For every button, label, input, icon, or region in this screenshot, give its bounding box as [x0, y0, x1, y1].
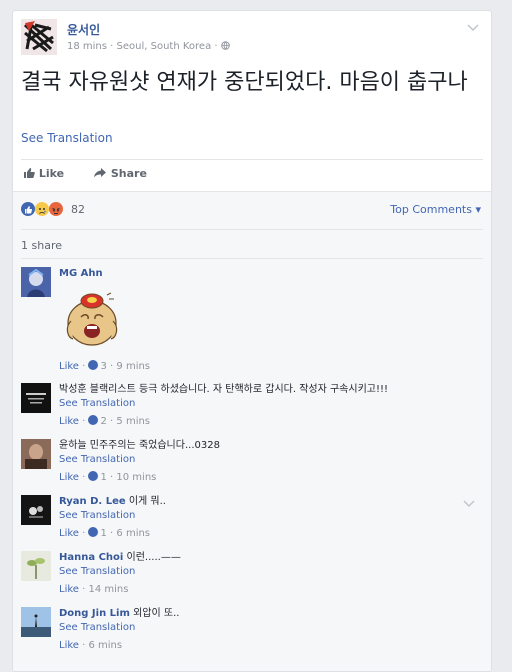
comment-time[interactable]: 6 mins — [88, 640, 122, 651]
comment-text: 이게 뭐.. — [128, 496, 166, 507]
author-avatar[interactable] — [21, 19, 57, 55]
comment-like-count[interactable]: 2 — [100, 416, 106, 427]
share-count[interactable]: 1 share — [21, 239, 62, 252]
comment-meta: Like · 1 · 6 mins — [59, 527, 483, 541]
commenter-avatar[interactable] — [21, 607, 51, 637]
comment-like-button[interactable]: Like — [59, 528, 79, 539]
like-button[interactable]: Like — [23, 167, 64, 180]
commenter-name[interactable]: Ryan D. Lee — [59, 496, 126, 507]
comment-time[interactable]: 14 mins — [88, 584, 128, 595]
comment-text: 박성훈 블랙리스트 등극 하셨습니다. 자 탄핵하로 갑시다. 작성자 구속시키… — [59, 384, 389, 395]
comment-like-button[interactable]: Like — [59, 361, 79, 372]
comment-see-translation-link[interactable]: See Translation — [59, 509, 483, 523]
comment-time[interactable]: 5 mins — [116, 416, 150, 427]
divider — [21, 229, 483, 230]
comment-item: MG Ahn Like · 3 · 9 mins — [21, 267, 483, 375]
comment-item: 박성훈 블랙리스트 등극 하셨습니다. 자 탄핵하로 갑시다. 작성자 구속시키… — [21, 383, 483, 431]
globe-icon — [220, 41, 230, 52]
comment-meta: Like · 3 · 9 mins — [59, 360, 483, 374]
like-reaction-icon — [88, 415, 99, 425]
comment-body: Ryan D. Lee 이게 뭐.. See Translation Like … — [59, 495, 483, 541]
comments-section — [13, 191, 491, 671]
comment-meta: Like · 14 mins — [59, 583, 483, 597]
comment-options-chevron-icon[interactable] — [463, 497, 475, 511]
top-comments-label: Top Comments — [390, 203, 472, 216]
share-arrow-icon — [94, 168, 106, 178]
comment-like-button[interactable]: Like — [59, 640, 79, 651]
divider — [21, 258, 483, 259]
like-reaction-icon — [21, 202, 35, 216]
share-button[interactable]: Share — [93, 167, 147, 180]
comment-like-button[interactable]: Like — [59, 584, 79, 595]
post-location[interactable]: Seoul, South Korea — [117, 41, 212, 52]
see-translation-link[interactable]: See Translation — [21, 131, 113, 145]
commenter-avatar[interactable] — [21, 383, 51, 413]
caret-down-icon: ▾ — [475, 203, 481, 216]
comment-time[interactable]: 6 mins — [116, 528, 150, 539]
divider — [21, 159, 483, 160]
comment-text: 이런.....—— — [126, 552, 181, 563]
comment-see-translation-link[interactable]: See Translation — [59, 453, 483, 467]
comment-like-button[interactable]: Like — [59, 472, 79, 483]
comment-body: Hanna Choi 이런.....—— See Translation Lik… — [59, 551, 483, 597]
sad-reaction-icon — [35, 202, 49, 216]
comment-body: 윤하늘 민주주의는 죽었습니다...0328 See Translation L… — [59, 439, 483, 485]
comment-time[interactable]: 10 mins — [116, 472, 156, 483]
comment-body: MG Ahn Like · 3 · 9 mins — [59, 267, 483, 374]
like-reaction-icon — [88, 360, 99, 370]
post-card: 윤서인 18 mins · Seoul, South Korea · 결국 자유… — [12, 10, 492, 672]
like-label: Like — [38, 167, 65, 180]
comment-text: 외압이 또.. — [133, 608, 180, 619]
crying-sticker-icon — [61, 287, 483, 354]
reaction-count: 82 — [71, 203, 85, 216]
comment-meta: Like · 1 · 10 mins — [59, 471, 483, 485]
top-comments-dropdown[interactable]: Top Comments ▾ — [390, 203, 481, 216]
comment-like-count[interactable]: 3 — [100, 361, 106, 372]
author-name[interactable]: 윤서인 — [67, 21, 100, 38]
post-header: 윤서인 18 mins · Seoul, South Korea · — [21, 19, 483, 59]
comment-text: 윤하늘 민주주의는 죽었습니다...0328 — [59, 440, 220, 451]
comment-body: 박성훈 블랙리스트 등극 하셨습니다. 자 탄핵하로 갑시다. 작성자 구속시키… — [59, 383, 483, 429]
share-label: Share — [110, 167, 147, 180]
post-text: 결국 자유원샷 연재가 중단되었다. 마음이 춥구나 — [21, 70, 468, 95]
comment-meta: Like · 6 mins — [59, 639, 483, 653]
comment-like-count[interactable]: 1 — [100, 528, 106, 539]
comment-like-count[interactable]: 1 — [100, 472, 106, 483]
like-reaction-icon — [88, 527, 99, 537]
post-time[interactable]: 18 mins — [67, 41, 107, 52]
comment-see-translation-link[interactable]: See Translation — [59, 621, 483, 635]
commenter-avatar[interactable] — [21, 439, 51, 469]
comment-item: Hanna Choi 이런.....—— See Translation Lik… — [21, 551, 483, 599]
comment-see-translation-link[interactable]: See Translation — [59, 565, 483, 579]
divider — [13, 191, 491, 192]
commenter-name[interactable]: MG Ahn — [59, 268, 103, 279]
commenter-avatar[interactable] — [21, 267, 51, 297]
thumbs-up-icon — [24, 168, 35, 178]
scribbled-avatar-icon — [21, 19, 57, 55]
comment-like-button[interactable]: Like — [59, 416, 79, 427]
comment-time[interactable]: 9 mins — [116, 361, 150, 372]
comment-item: Dong Jin Lim 외압이 또.. See Translation Lik… — [21, 607, 483, 655]
angry-reaction-icon — [49, 202, 63, 216]
like-reaction-icon — [88, 471, 99, 481]
commenter-name[interactable]: Hanna Choi — [59, 552, 123, 563]
comment-meta: Like · 2 · 5 mins — [59, 415, 483, 429]
post-meta: 18 mins · Seoul, South Korea · — [67, 41, 230, 52]
commenter-avatar[interactable] — [21, 551, 51, 581]
comment-item: 윤하늘 민주주의는 죽었습니다...0328 See Translation L… — [21, 439, 483, 487]
post-options-chevron-icon[interactable] — [467, 21, 479, 35]
commenter-avatar[interactable] — [21, 495, 51, 525]
comment-item: Ryan D. Lee 이게 뭐.. See Translation Like … — [21, 495, 483, 543]
comment-see-translation-link[interactable]: See Translation — [59, 397, 483, 411]
comment-body: Dong Jin Lim 외압이 또.. See Translation Lik… — [59, 607, 483, 653]
commenter-name[interactable]: Dong Jin Lim — [59, 608, 130, 619]
